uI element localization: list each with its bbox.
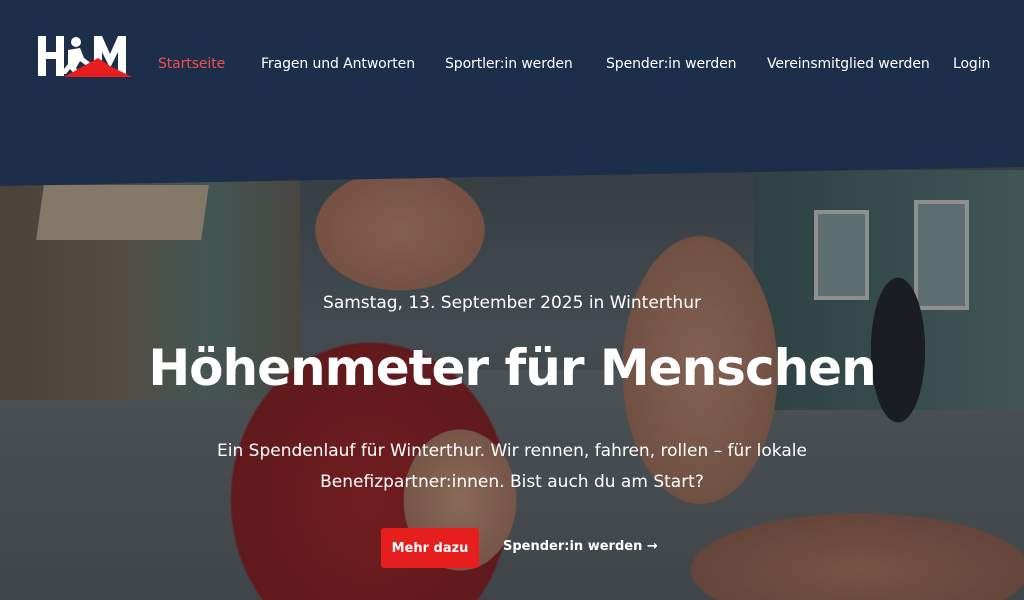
hero-description: Ein Spendenlauf für Winterthur. Wir renn… [217, 441, 807, 492]
mehr-dazu-button[interactable]: Mehr dazu [381, 528, 479, 568]
spender-werden-link[interactable]: Spender:in werden → [503, 539, 658, 554]
event-date: Samstag, 13. September 2025 in Winterthu… [323, 293, 701, 313]
hero-title: Höhenmeter für Menschen [148, 339, 876, 397]
hero-content: Samstag, 13. September 2025 in Winterthu… [0, 0, 1024, 600]
